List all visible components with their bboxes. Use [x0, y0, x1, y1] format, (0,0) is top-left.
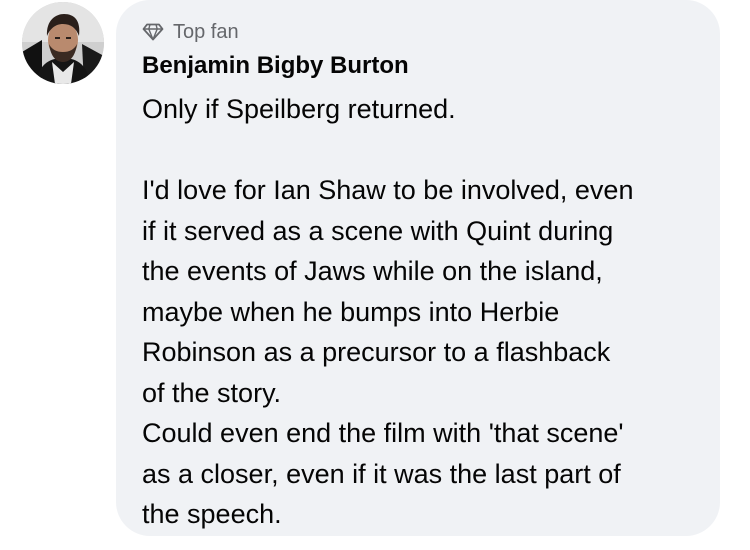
comment-line: the events of Jaws while on the island, [142, 256, 603, 286]
comment-line: I'd love for Ian Shaw to be involved, ev… [142, 175, 634, 205]
comment-line: maybe when he bumps into Herbie [142, 296, 560, 327]
comment-line [142, 130, 712, 171]
top-fan-badge: Top fan [142, 21, 239, 43]
comment-line: Robinson as a precursor to a flashback [142, 337, 611, 367]
badge-label: Top fan [173, 21, 239, 43]
avatar[interactable] [22, 2, 104, 84]
comment-line: of the story. [142, 377, 282, 408]
avatar-photo [22, 2, 104, 84]
comment-line: Could even end the film with 'that scene… [142, 418, 624, 448]
comment-line: as a closer, even if it was the last par… [142, 458, 621, 489]
comment-line: if it served as a scene with Quint durin… [142, 215, 614, 246]
comment-text: Only if Speilberg returned. I'd love for… [142, 89, 712, 535]
commenter-name[interactable]: Benjamin Bigby Burton [142, 51, 409, 81]
comment-line: the speech. [142, 499, 282, 529]
diamond-icon [142, 23, 164, 41]
comment-bubble: Top fan Benjamin Bigby Burton Only if Sp… [116, 0, 720, 536]
comment-line: Only if Speilberg returned. [142, 94, 456, 124]
